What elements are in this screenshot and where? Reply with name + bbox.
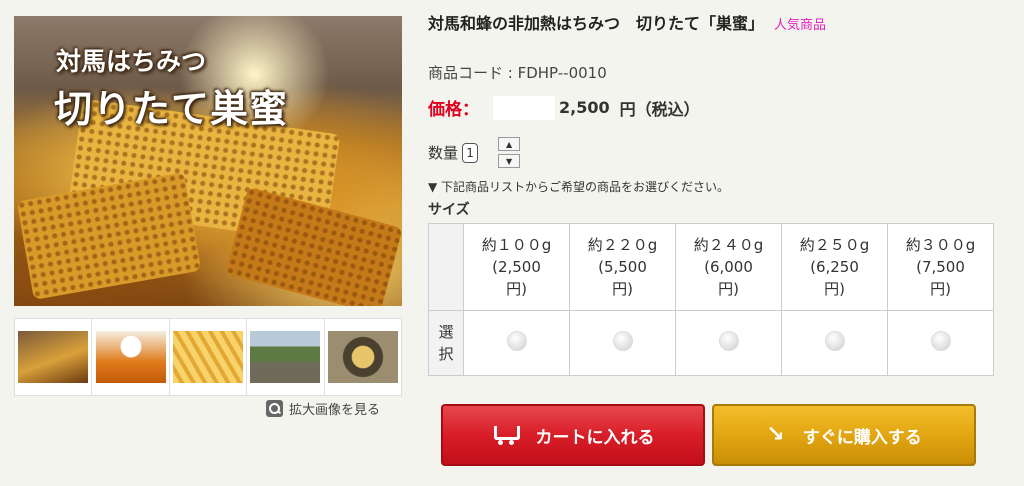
buy-now-label: すぐに購入する (802, 427, 922, 448)
option-price: (6,250 (810, 258, 859, 276)
option-4-radio[interactable] (824, 331, 845, 351)
option-price: (5,500 (598, 258, 647, 276)
cart-icon (492, 425, 520, 445)
image-caption-top: 対馬はちみつ (56, 47, 207, 76)
main-product-image[interactable]: 対馬はちみつ 切りたて巣蜜 (14, 16, 402, 306)
quantity-label: 数量 (428, 144, 459, 162)
option-1-cell (463, 310, 570, 376)
thumbnail-5[interactable] (325, 319, 401, 395)
quantity-down-button[interactable]: ▼ (498, 154, 521, 168)
add-to-cart-button[interactable]: カートに入れる (441, 404, 705, 466)
thumbnail-1[interactable] (15, 319, 93, 395)
option-unit: 円) (718, 280, 739, 298)
thumbnail-image (327, 331, 398, 383)
option-4-cell (781, 310, 888, 376)
row-header-select: 選 択 (428, 310, 464, 376)
row-header-blank (428, 223, 464, 311)
option-2-cell (569, 310, 676, 376)
option-weight: 約１００g (481, 236, 552, 254)
option-5-label: 約３００g (7,500 円) (887, 223, 994, 311)
zoom-label: 拡大画像を見る (289, 403, 381, 418)
thumbnail-2[interactable] (92, 319, 170, 395)
option-unit: 円) (612, 280, 633, 298)
option-2-radio[interactable] (612, 331, 633, 351)
options-select-row: 選 択 (428, 310, 994, 376)
zoom-icon (266, 400, 283, 417)
quantity-input[interactable]: 1 (462, 142, 479, 163)
option-price: (6,000 (704, 258, 753, 276)
thumbnail-image (18, 331, 89, 383)
zoom-link[interactable]: 拡大画像を見る (266, 399, 380, 418)
quantity-stepper: ▲ ▼ (498, 137, 521, 168)
quantity-up-button[interactable]: ▲ (498, 137, 521, 151)
honeycomb-graphic (16, 171, 202, 301)
option-weight: 約３００g (905, 236, 976, 254)
option-2-label: 約２２０g (5,500 円) (569, 223, 676, 311)
option-weight: 約２４０g (693, 236, 764, 254)
price-label: 価格： (428, 100, 479, 120)
option-unit: 円) (506, 280, 527, 298)
price-highlight (493, 95, 555, 120)
thumbnail-3[interactable] (170, 319, 248, 395)
price-value: 2,500 (559, 98, 610, 117)
thumbnail-image (95, 331, 166, 383)
option-price: (2,500 (492, 258, 541, 276)
option-3-radio[interactable] (718, 331, 739, 351)
quantity-row: 数量 1 ▲ ▼ (428, 137, 521, 168)
option-5-radio[interactable] (930, 331, 951, 351)
size-label: サイズ (428, 202, 470, 218)
option-unit: 円) (824, 280, 845, 298)
thumbnail-strip (14, 318, 402, 396)
honeycomb-graphic (225, 186, 402, 306)
option-1-label: 約１００g (2,500 円) (463, 223, 570, 311)
thumbnail-4[interactable] (247, 319, 325, 395)
buy-now-button[interactable]: ↘ すぐに購入する (712, 404, 976, 466)
thumbnail-image (173, 331, 244, 383)
arrow-down-right-icon: ↘ (766, 422, 785, 447)
product-title-text: 対馬和蜂の非加熱はちみつ 切りたて「巣蜜」 (428, 14, 765, 33)
size-options-table: 約１００g (2,500 円) 約２２０g (5,500 円) 約２４０g (6,000 円… (428, 223, 994, 376)
popular-badge: 人気商品 (774, 18, 827, 33)
product-code: 商品コード : FDHP--0010 (428, 64, 607, 82)
option-unit: 円) (930, 280, 951, 298)
option-3-label: 約２４０g (6,000 円) (675, 223, 782, 311)
thumbnail-image (250, 331, 321, 383)
image-caption-main: 切りたて巣蜜 (54, 87, 289, 131)
option-price: (7,500 (916, 258, 965, 276)
option-3-cell (675, 310, 782, 376)
option-1-radio[interactable] (506, 331, 527, 351)
price-unit: 円（税込） (619, 99, 700, 119)
add-to-cart-label: カートに入れる (535, 427, 655, 448)
product-title: 対馬和蜂の非加熱はちみつ 切りたて「巣蜜」 人気商品 (428, 10, 826, 34)
options-header-row: 約１００g (2,500 円) 約２２０g (5,500 円) 約２４０g (6,000 円… (428, 223, 994, 311)
option-weight: 約２５０g (799, 236, 870, 254)
option-5-cell (887, 310, 994, 376)
option-weight: 約２２０g (587, 236, 658, 254)
option-4-label: 約２５０g (6,250 円) (781, 223, 888, 311)
price-row: 価格： 2,500 円（税込） (428, 95, 700, 120)
selection-notice: ▼ 下記商品リストからご希望の商品をお選びください。 (428, 180, 730, 194)
